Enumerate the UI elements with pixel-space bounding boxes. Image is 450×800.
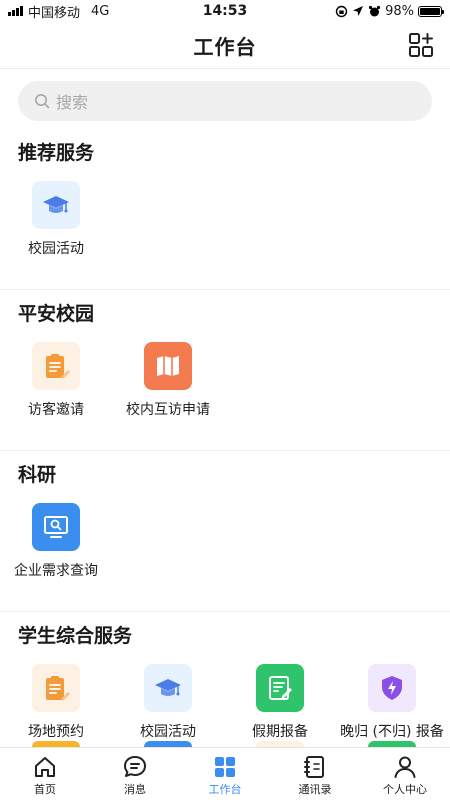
service-tile[interactable]: 企业需求查询 <box>0 503 112 601</box>
clipboard-edit-icon <box>32 342 80 390</box>
tab-label: 工作台 <box>208 782 242 796</box>
section-title: 平安校园 <box>18 303 95 325</box>
home-icon <box>35 756 55 777</box>
battery-fill <box>419 7 440 15</box>
navigation-bar: 工作台 <box>0 22 450 69</box>
user-icon <box>394 756 416 778</box>
location-icon <box>353 6 364 16</box>
service-label: 场地预约 <box>28 724 84 740</box>
service-label: 企业需求查询 <box>14 563 98 579</box>
grid-add-icon[interactable] <box>408 32 434 58</box>
signal-icon <box>8 6 23 16</box>
tab-workbench[interactable]: 工作台 <box>180 748 270 800</box>
status-bar: 中国移动 4G 14:53 98% <box>0 0 450 22</box>
battery-icon <box>417 5 444 17</box>
workbench-icon <box>215 756 235 777</box>
map-icon <box>144 342 192 390</box>
service-tile[interactable]: 访客邀请 <box>0 342 112 440</box>
status-time: 14:53 <box>202 3 248 19</box>
service-label: 访客邀请 <box>28 402 84 418</box>
battery-percent: 98% <box>385 3 414 19</box>
service-grid: 校园活动 <box>0 167 450 279</box>
page-title: 工作台 <box>193 34 257 59</box>
search-icon <box>35 94 50 109</box>
clipboard-edit-icon <box>32 664 80 712</box>
shield-lightning-icon <box>368 664 416 712</box>
tab-label: 个人中心 <box>383 782 427 796</box>
tab-user[interactable]: 个人中心 <box>360 748 450 800</box>
tab-bar: 首页 消息 工作台 通讯录 个人中心 <box>0 747 450 800</box>
lock-rotation-icon <box>335 5 348 17</box>
search-input[interactable]: 搜索 <box>18 81 432 121</box>
service-label: 校园活动 <box>140 724 196 740</box>
contacts-icon <box>304 755 324 778</box>
graduation-cap-icon <box>144 664 192 712</box>
service-label: 假期报备 <box>252 724 308 740</box>
status-right: 98% <box>292 3 444 19</box>
tab-message[interactable]: 消息 <box>90 748 180 800</box>
service-grid: 访客邀请 校内互访申请 <box>0 328 450 440</box>
section-title: 科研 <box>18 464 57 486</box>
service-label: 校园活动 <box>28 241 84 257</box>
tab-contacts[interactable]: 通讯录 <box>270 748 360 800</box>
alarm-icon <box>368 5 381 16</box>
service-grid: 企业需求查询 <box>0 489 450 601</box>
graduation-cap-icon <box>32 181 80 229</box>
section-0: 推荐服务 校园活动 <box>0 129 450 290</box>
document-edit-icon <box>256 664 304 712</box>
section-title: 学生综合服务 <box>18 625 133 647</box>
service-tile[interactable]: 校内互访申请 <box>112 342 224 440</box>
monitor-search-icon <box>32 503 80 551</box>
search-container: 搜索 <box>0 69 450 129</box>
search-placeholder: 搜索 <box>56 93 89 112</box>
service-label: 校内互访申请 <box>126 402 210 418</box>
tab-label: 首页 <box>34 782 56 796</box>
status-left: 中国移动 4G <box>8 2 158 21</box>
tab-label: 通讯录 <box>298 782 332 796</box>
network-text: 4G <box>91 3 110 19</box>
service-tile[interactable]: 校园活动 <box>0 181 112 279</box>
tab-home[interactable]: 首页 <box>0 748 90 800</box>
section-1: 平安校园访客邀请 校内互访申请 <box>0 290 450 451</box>
carrier-text: 中国移动 <box>28 5 81 21</box>
message-icon <box>124 755 146 777</box>
service-sections: 推荐服务 校园活动 平安校园 访客邀请 校内互访申请 科研 企业需求查询 学生综合服务 场地预约… <box>0 129 450 773</box>
service-label: 晚归 (不归) 报备 <box>340 724 444 740</box>
section-2: 科研企业需求查询 <box>0 451 450 612</box>
tab-label: 消息 <box>124 782 146 796</box>
section-title: 推荐服务 <box>18 142 95 164</box>
